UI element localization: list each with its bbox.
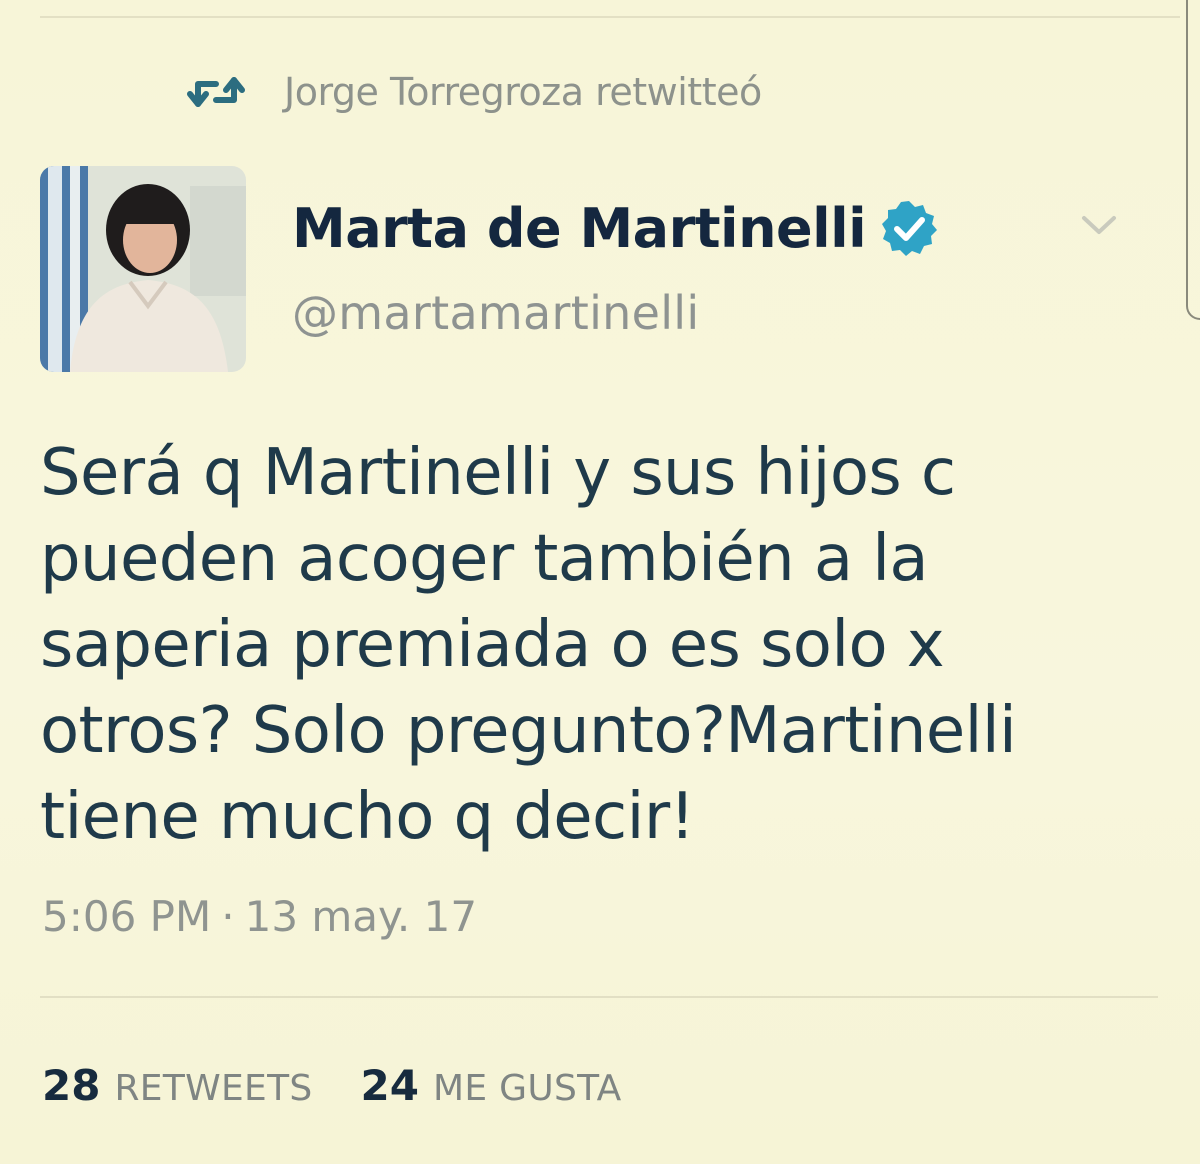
author-name[interactable]: Marta de Martinelli	[292, 197, 867, 260]
likes-stat[interactable]: 24 ME GUSTA	[361, 1061, 622, 1110]
tweet-text-line: tiene mucho q decir!	[40, 780, 695, 854]
author-name-row[interactable]: Marta de Martinelli	[292, 188, 938, 268]
author-handle[interactable]: @martamartinelli	[292, 286, 699, 340]
avatar[interactable]	[40, 166, 246, 372]
chevron-down-icon[interactable]	[1076, 202, 1122, 248]
tweet-time: 5:06 PM	[42, 892, 212, 941]
tweet-detail-screen: Jorge Torregroza retwitteó Marta de Mart…	[0, 0, 1200, 1164]
top-divider	[40, 16, 1180, 18]
retweet-context[interactable]: Jorge Torregroza retwitteó	[186, 66, 762, 118]
retweeted-by-text: Jorge Torregroza retwitteó	[284, 70, 762, 114]
timestamp-separator: ·	[221, 892, 235, 941]
retweet-icon	[186, 72, 246, 112]
tweet-text-line: saperia premiada o es solo x	[40, 608, 945, 682]
tweet-timestamp: 5:06 PM · 13 may. 17	[42, 892, 477, 941]
tweet-date: 13 may. 17	[244, 892, 478, 941]
tweet-text-line: otros? Solo pregunto?Martinelli	[40, 694, 1017, 768]
likes-count: 24	[360, 1060, 419, 1110]
retweets-count: 28	[42, 1060, 101, 1110]
stats-divider	[40, 996, 1158, 998]
retweets-label: RETWEETS	[114, 1067, 313, 1109]
tweet-text-line: pueden acoger también a la	[40, 522, 929, 596]
engagement-stats: 28 RETWEETS 24 ME GUSTA	[42, 1058, 670, 1112]
tweet-text: Será q Martinelli y sus hijos c pueden a…	[40, 430, 1140, 860]
verified-badge-icon	[880, 199, 938, 257]
phone-screen-edge	[1186, 0, 1200, 320]
retweets-stat[interactable]: 28 RETWEETS	[42, 1061, 313, 1110]
tweet-text-line: Será q Martinelli y sus hijos c	[40, 436, 956, 510]
likes-label: ME GUSTA	[433, 1067, 622, 1109]
